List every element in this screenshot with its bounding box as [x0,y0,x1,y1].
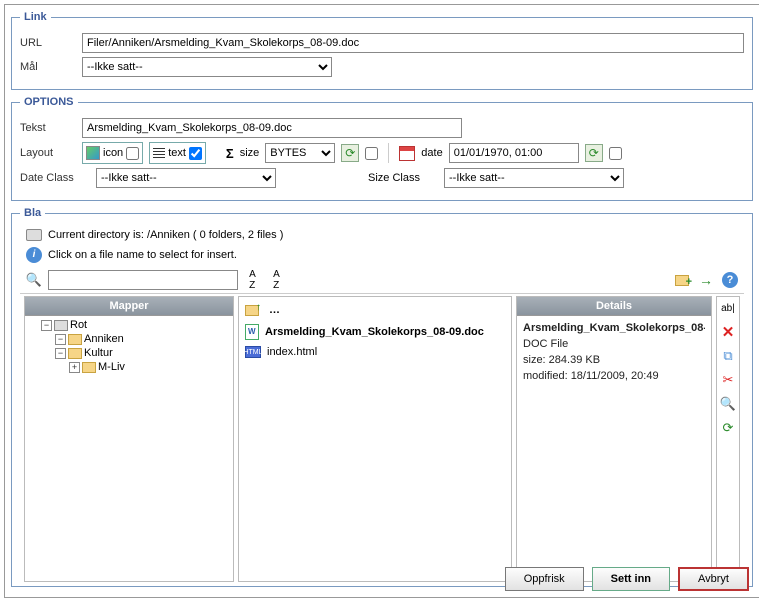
drive-icon [54,320,68,331]
date-input[interactable] [449,143,579,163]
hint-row: i Click on a file name to select for ins… [20,245,744,265]
image-icon [86,146,100,160]
icon-checkbox[interactable] [126,147,139,160]
doc-file-icon [245,324,259,340]
help-button[interactable]: ? [720,270,740,290]
search-input[interactable] [48,270,238,290]
file-name: Arsmelding_Kvam_Skolekorps_08-09.doc [265,326,484,338]
current-dir-row: Current directory is: /Anniken ( 0 folde… [20,227,744,243]
sort-folders-az-button[interactable]: AZ [242,270,262,290]
details-panel: Details Arsmelding_Kvam_Skolekorps_08-09… [516,296,712,582]
details-filesize: size: 284.39 KB [523,352,705,368]
html-file-icon: HTML [245,346,261,358]
file-actions-toolbar: ab| ✕ ⧉ ✂ 🔍 ⟳ [716,296,740,582]
dialog-footer: Oppfrisk Sett inn Avbryt [505,567,749,591]
layout-label: Layout [20,147,76,159]
tekst-input[interactable] [82,118,462,138]
text-lines-icon [153,148,165,158]
search-icon[interactable]: 🔍 [24,270,44,290]
info-icon: i [26,247,42,263]
date-class-label: Date Class [20,172,90,184]
delete-button[interactable]: ✕ [719,323,737,341]
details-header: Details [517,297,711,316]
insert-button[interactable]: Sett inn [592,567,670,591]
size-refresh-button[interactable]: ⟳ [341,144,359,162]
folder-up-icon [245,305,259,316]
up-dots: … [265,302,284,318]
tree-mliv[interactable]: + M-Liv [69,360,231,374]
calendar-icon [399,146,415,161]
refresh-icon: ⟳ [589,146,599,160]
current-dir-text: Current directory is: /Anniken ( 0 folde… [48,229,283,241]
browser-toolbar: 🔍 AZ AZ + → ? [20,267,744,294]
tree-kultur[interactable]: − Kultur [55,346,231,360]
size-option-label: size [240,147,260,159]
cut-button[interactable]: ✂ [719,371,737,389]
file-row[interactable]: Arsmelding_Kvam_Skolekorps_08-09.doc [241,321,509,343]
icon-option-group: icon [82,142,143,164]
size-checkbox[interactable] [365,147,378,160]
collapse-icon[interactable]: − [55,334,66,345]
folder-icon [68,334,82,345]
expand-icon[interactable]: + [69,362,80,373]
folder-icon [82,362,96,373]
link-fieldset: Link URL Mål --Ikke satt-- [11,11,753,90]
folder-icon [68,348,82,359]
size-class-select[interactable]: --Ikke satt-- [444,168,624,188]
text-checkbox[interactable] [189,147,202,160]
new-folder-button[interactable]: + [672,270,692,290]
date-class-select[interactable]: --Ikke satt-- [96,168,276,188]
copy-button[interactable]: ⧉ [719,347,737,365]
text-option-group: text [149,142,206,164]
text-option-label: text [168,147,186,159]
zoom-button[interactable]: 🔍 [719,395,737,413]
reload-button[interactable]: ⟳ [719,419,737,437]
url-input[interactable] [82,33,744,53]
collapse-icon[interactable]: − [55,348,66,359]
file-row[interactable]: HTML index.html [241,343,509,361]
size-unit-select[interactable]: BYTES [265,143,335,163]
tekst-label: Tekst [20,122,76,134]
size-class-label: Size Class [368,172,438,184]
link-legend: Link [20,11,51,23]
file-name: index.html [267,346,317,358]
date-option-label: date [421,147,442,159]
date-checkbox[interactable] [609,147,622,160]
details-modified: modified: 18/11/2009, 20:49 [523,368,705,384]
details-filename: Arsmelding_Kvam_Skolekorps_08-09.doc [523,320,705,336]
sigma-icon: Σ [226,146,234,161]
parent-dir-row[interactable]: … [241,299,509,321]
tree-anniken[interactable]: − Anniken [55,332,231,346]
options-legend: OPTIONS [20,96,78,108]
bla-legend: Bla [20,207,45,219]
date-refresh-button[interactable]: ⟳ [585,144,603,162]
upload-button[interactable]: → [696,270,716,290]
refresh-icon: ⟳ [345,146,355,160]
mal-select[interactable]: --Ikke satt-- [82,57,332,77]
icon-option-label: icon [103,147,123,159]
drive-icon [26,229,42,241]
refresh-button[interactable]: Oppfrisk [505,567,584,591]
collapse-icon[interactable]: − [41,320,52,331]
mal-label: Mål [20,61,76,73]
details-filetype: DOC File [523,336,705,352]
folders-panel: Mapper − Rot − Anniken [24,296,234,582]
files-panel: … Arsmelding_Kvam_Skolekorps_08-09.doc H… [238,296,512,582]
hint-text: Click on a file name to select for inser… [48,249,237,261]
rename-button[interactable]: ab| [719,299,737,317]
options-fieldset: OPTIONS Tekst Layout icon text Σ size BY… [11,96,753,201]
bla-fieldset: Bla Current directory is: /Anniken ( 0 f… [11,207,753,587]
tree-root[interactable]: − Rot [41,318,231,332]
cancel-button[interactable]: Avbryt [678,567,749,591]
folders-header: Mapper [25,297,233,316]
sort-files-az-button[interactable]: AZ [266,270,286,290]
url-label: URL [20,37,76,49]
